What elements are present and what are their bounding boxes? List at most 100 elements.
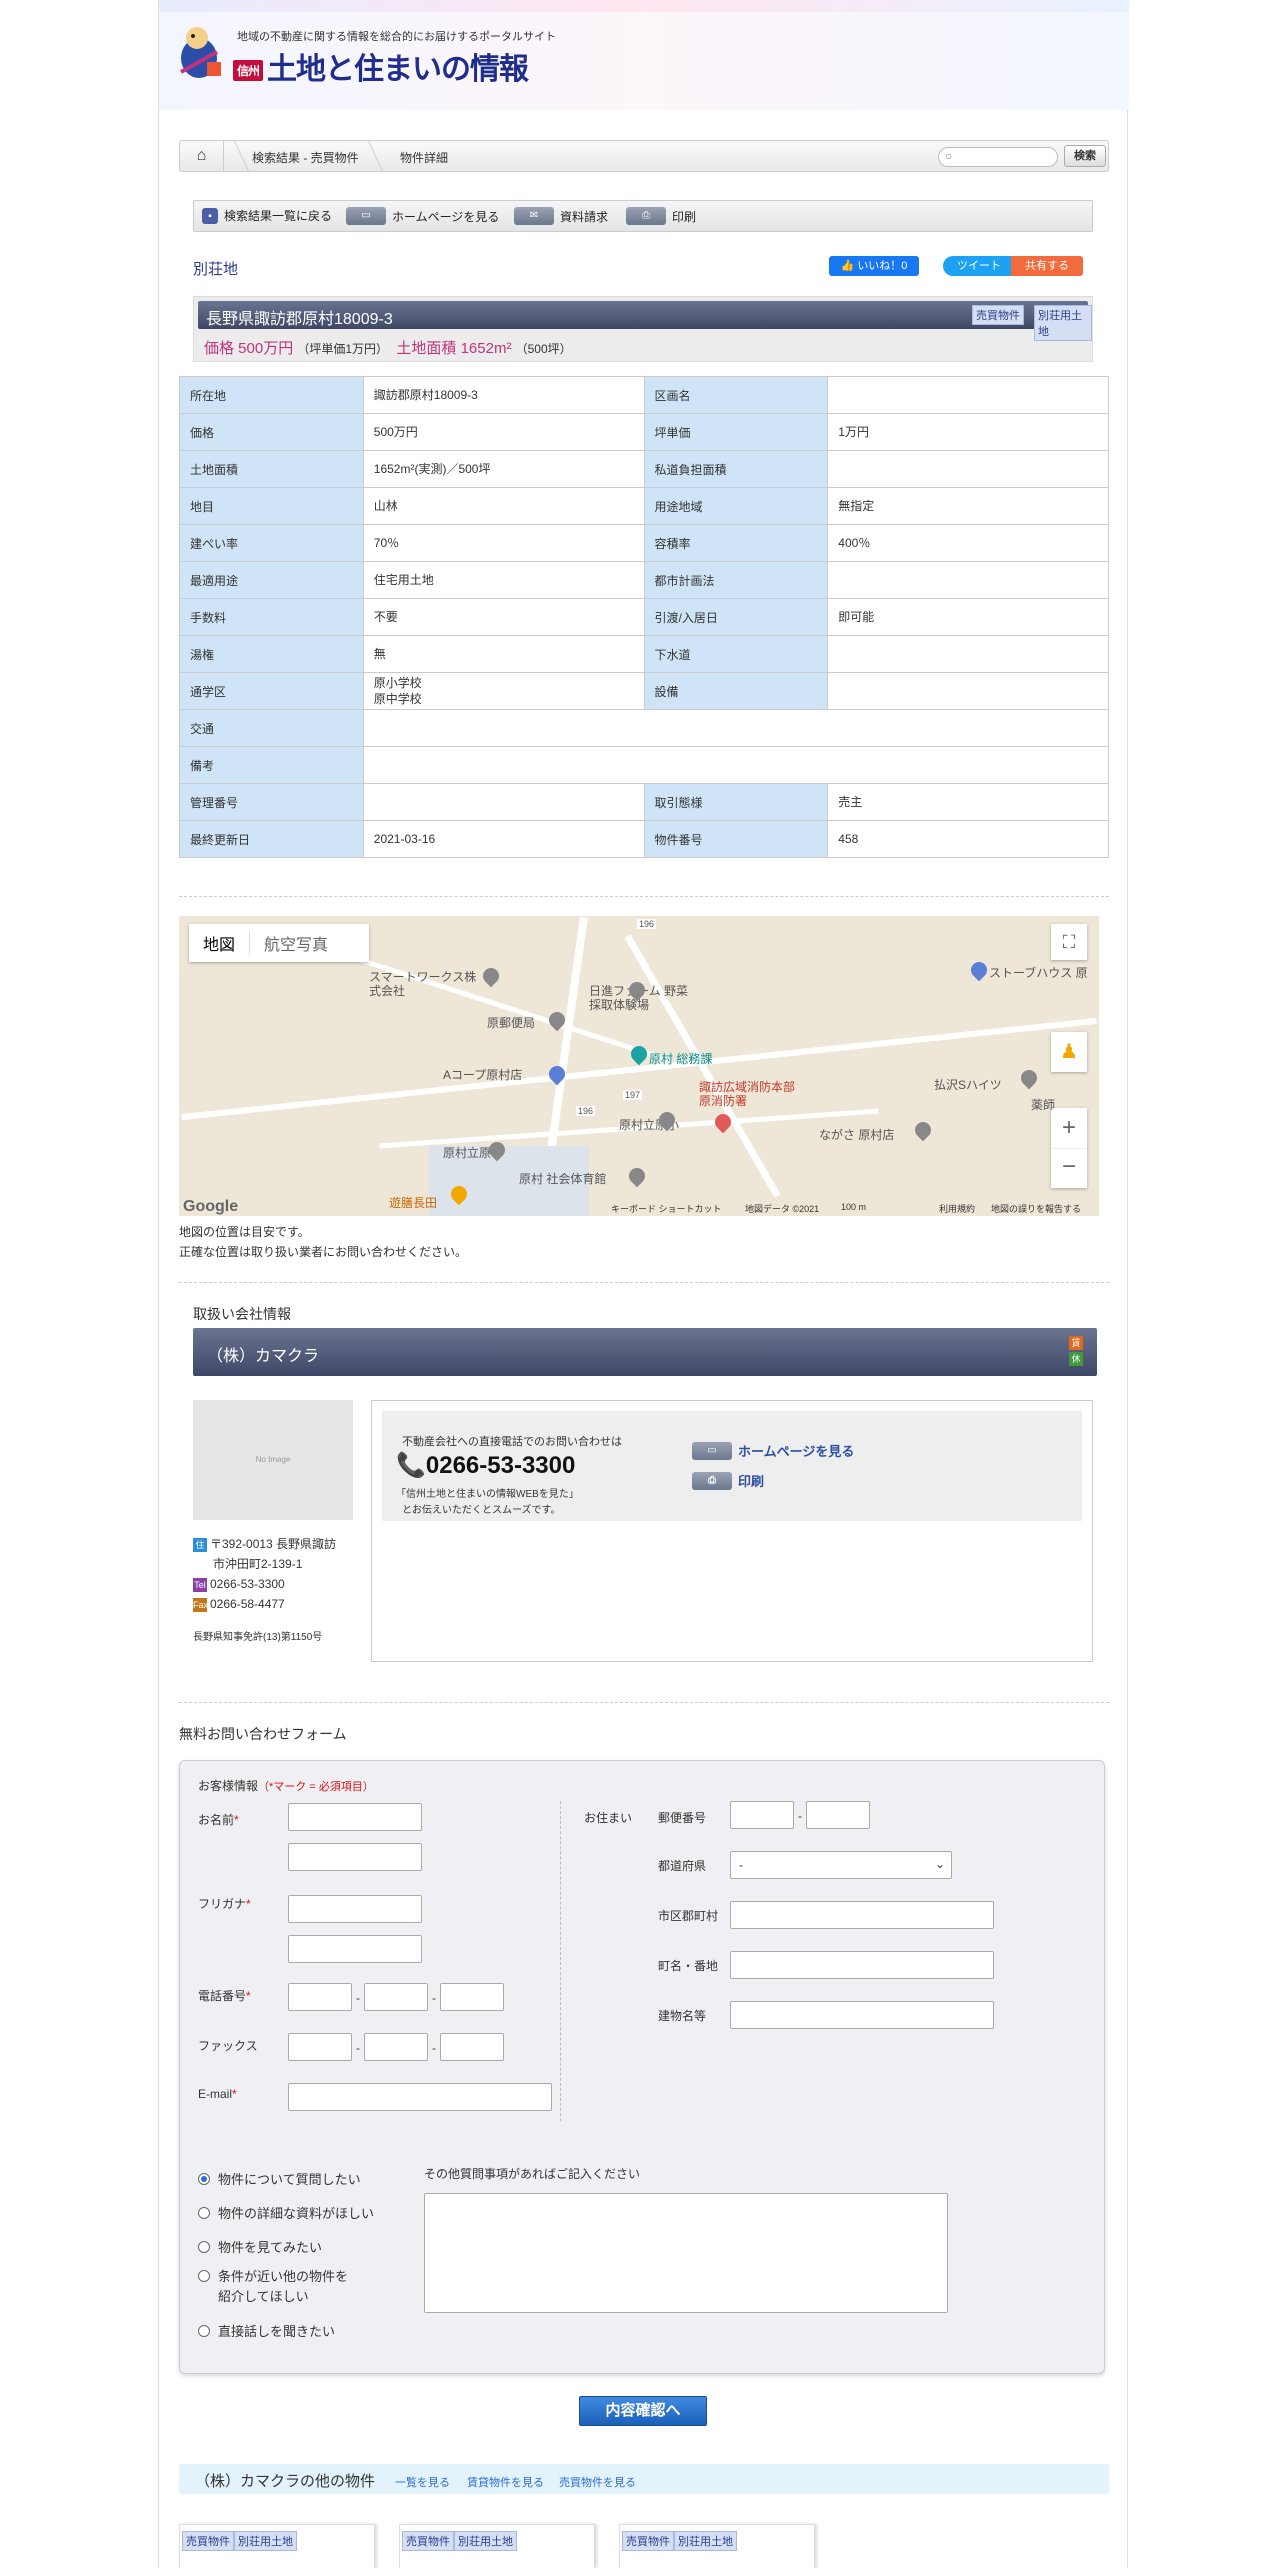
home-icon[interactable]: ⌂	[180, 141, 224, 171]
fullscreen-icon[interactable]: ⛶	[1051, 924, 1087, 960]
print-label: 印刷	[672, 209, 697, 224]
tel-note: 不動産会社への直接電話でのお問い合わせは	[402, 1436, 622, 1448]
zoom-in-icon[interactable]: +	[1051, 1108, 1087, 1148]
detail-label: 価格	[179, 413, 364, 451]
route-number: 197	[623, 1090, 643, 1100]
site-logo[interactable]: 信州 土地と住まいの情報	[233, 44, 529, 88]
card-tag: 別荘用土地	[674, 2531, 737, 2551]
price: 価格 500万円	[204, 340, 294, 357]
building-input[interactable]	[730, 2001, 994, 2029]
email-label-text: E-mail	[198, 2087, 233, 2101]
fax-input-1[interactable]	[288, 2033, 352, 2061]
property-card[interactable]: 売買物件 別荘用土地	[179, 2524, 375, 2568]
request-documents-button[interactable]: ✉ 資料請求	[514, 207, 608, 225]
map-tab-map[interactable]: 地図	[189, 931, 249, 955]
map-note: 地図の位置は目安です。 正確な位置は取り扱い業者にお問い合わせください。	[179, 1222, 467, 1262]
keyboard-shortcuts-link[interactable]: キーボード ショートカット	[611, 1202, 722, 1215]
detail-label: 容積率	[643, 524, 829, 562]
last-name-input[interactable]	[288, 1803, 422, 1831]
breadcrumb-search-results[interactable]: 検索結果 - 売買物件	[252, 149, 359, 166]
other-questions-label: その他質問事項があればご記入ください	[424, 2167, 641, 2181]
header-stripe	[159, 0, 1129, 12]
unit-price: （坪単価1万円）	[297, 342, 389, 356]
print-button[interactable]: ⎙ 印刷	[626, 207, 696, 225]
option-talk-directly[interactable]: 直接話しを聞きたい	[198, 2321, 335, 2340]
poi-pin[interactable]	[625, 1164, 649, 1188]
homepage-button[interactable]: ▭ ホームページを見る	[346, 207, 499, 225]
detail-label: 引渡/入居日	[643, 598, 829, 636]
street-view-icon[interactable]: ♟	[1051, 1032, 1087, 1072]
terms-link[interactable]: 利用規約	[939, 1202, 975, 1215]
kana-label: フリガナ*	[198, 1897, 251, 1911]
report-error-link[interactable]: 地図の誤りを報告する	[991, 1202, 1081, 1215]
map-embed[interactable]: 地図 航空写真 ⛶ ♟ + − スマートワークス株式会社 日進ファーム 野菜採取…	[179, 916, 1099, 1216]
tel-number[interactable]: 📞0266-53-3300	[396, 1451, 575, 1480]
detail-label: 物件番号	[643, 820, 829, 858]
search-input[interactable]	[938, 147, 1058, 167]
tweet-button[interactable]: ツイート	[943, 256, 1015, 276]
poi-pin[interactable]	[1017, 1066, 1041, 1090]
zip-input-2[interactable]	[806, 1801, 870, 1829]
fax-input-2[interactable]	[364, 2033, 428, 2061]
card-tag: 売買物件	[622, 2531, 674, 2551]
option-view-property[interactable]: 物件を見てみたい	[198, 2237, 322, 2256]
detail-value	[362, 783, 645, 821]
option-similar-property[interactable]: 条件が近い他の物件を 紹介してほしい	[198, 2267, 348, 2307]
sale-list-link[interactable]: 売買物件を見る	[559, 2474, 636, 2490]
rental-list-link[interactable]: 賃貸物件を見る	[467, 2474, 544, 2490]
map-footer: Google キーボード ショートカット 地図データ ©2021 100 m 利…	[179, 1198, 1099, 1216]
poi-pin[interactable]	[479, 964, 503, 988]
route-number: 196	[576, 1106, 596, 1116]
map-label: スマートワークス株式会社	[369, 970, 477, 998]
company-print-link[interactable]: ⎙ 印刷	[692, 1471, 764, 1490]
site-tagline: 地域の不動産に関する情報を総合的にお届けするポータルサイト	[237, 31, 556, 43]
detail-label: 湯権	[179, 635, 364, 673]
map-type-control: 地図 航空写真	[189, 924, 369, 962]
facebook-like-button[interactable]: 👍 いいね！0	[829, 256, 919, 276]
mascot-logo[interactable]	[171, 22, 231, 84]
option-question[interactable]: 物件について質問したい	[198, 2169, 361, 2188]
company-homepage-link[interactable]: ▭ ホームページを見る	[692, 1441, 854, 1460]
phone-input-1[interactable]	[288, 1983, 352, 2011]
phone-input-3[interactable]	[440, 1983, 504, 2011]
divider	[179, 896, 1109, 897]
share-button[interactable]: 共有する	[1011, 256, 1083, 276]
search-button[interactable]: 検索	[1064, 145, 1106, 167]
company-fax: 0266-58-4477	[210, 1597, 285, 1611]
town-input[interactable]	[730, 1951, 994, 1979]
property-card[interactable]: 売買物件 別荘用土地	[399, 2524, 595, 2568]
property-card[interactable]: 売買物件 別荘用土地	[619, 2524, 815, 2568]
radio	[198, 2240, 210, 2253]
city-input[interactable]	[730, 1901, 994, 1929]
last-kana-input[interactable]	[288, 1895, 422, 1923]
price-line: 価格 500万円 （坪単価1万円） 土地面積 1652m² （500坪）	[204, 337, 572, 358]
detail-value: 山林	[362, 487, 645, 525]
map-tab-aerial[interactable]: 航空写真	[249, 931, 342, 955]
poi-pin[interactable]	[967, 958, 991, 982]
fax-input-3[interactable]	[440, 2033, 504, 2061]
list-all-link[interactable]: 一覧を見る	[395, 2474, 450, 2490]
zoom-out-icon[interactable]: −	[1051, 1148, 1087, 1188]
divider	[179, 1282, 1109, 1283]
card-tag: 別荘用土地	[234, 2531, 297, 2551]
tag-villa-land: 別荘用土地	[1034, 305, 1092, 341]
phone-input-2[interactable]	[364, 1983, 428, 2011]
address-line1: 〒392-0013 長野県諏訪	[210, 1537, 337, 1551]
first-kana-input[interactable]	[288, 1935, 422, 1963]
zip-input-1[interactable]	[730, 1801, 794, 1829]
option-detailed-docs[interactable]: 物件の詳細な資料がほしい	[198, 2203, 374, 2222]
back-to-results-button[interactable]: ▪ 検索結果一覧に戻る	[202, 207, 332, 224]
option-label: 物件を見てみたい	[218, 2240, 323, 2255]
poi-pin[interactable]	[911, 1118, 935, 1142]
breadcrumb-separator	[359, 141, 383, 171]
detail-value	[827, 376, 1109, 414]
email-field[interactable]	[288, 2083, 552, 2111]
prefecture-select[interactable]: - ⌄	[730, 1851, 952, 1879]
first-name-input[interactable]	[288, 1843, 422, 1871]
tag-sale: 売買物件	[972, 305, 1024, 325]
other-questions-textarea[interactable]	[424, 2193, 948, 2313]
detail-value: 70％	[362, 524, 645, 562]
back-label: 検索結果一覧に戻る	[224, 209, 333, 223]
confirm-button[interactable]: 内容確認へ	[579, 2396, 707, 2426]
search-icon: ○	[945, 149, 953, 163]
